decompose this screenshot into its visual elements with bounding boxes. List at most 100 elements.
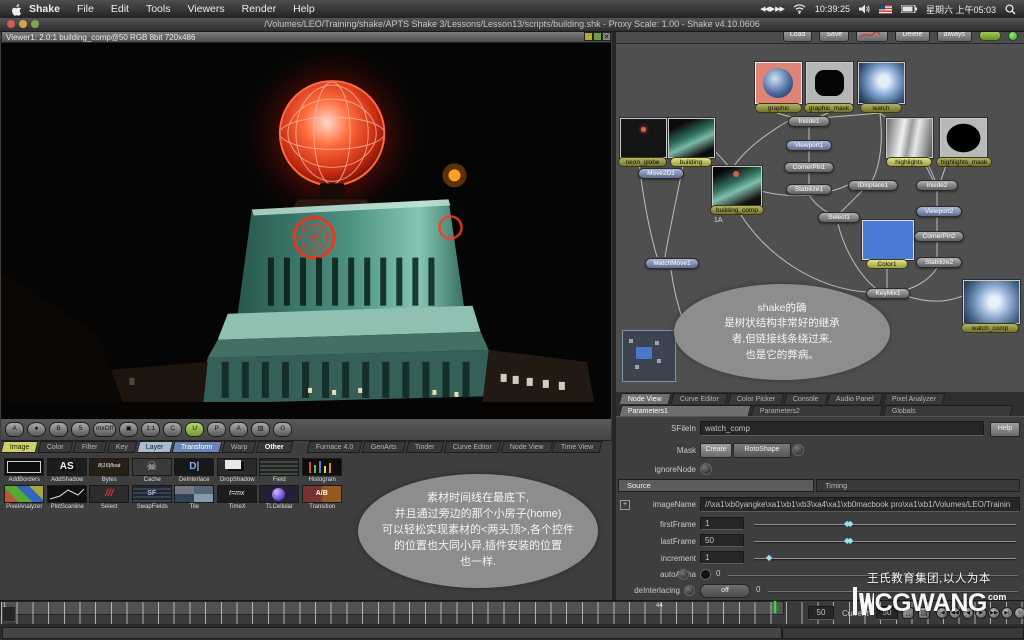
viewer-close-icon[interactable]: ✕ bbox=[602, 32, 611, 41]
tab-source[interactable]: Source bbox=[618, 479, 814, 492]
firstframe-slider-handle[interactable]: ◆◆ bbox=[844, 520, 853, 528]
node-move2d1[interactable]: Move2D1 bbox=[638, 168, 684, 179]
close-window-button[interactable] bbox=[7, 20, 15, 28]
tab-layer[interactable]: Layer bbox=[136, 441, 173, 453]
viewer-zoom-ratio-button[interactable]: 1:1 bbox=[141, 422, 161, 437]
viewer-titlebar[interactable]: Viewer1: 2.0:1 building_comp@50 RGB 8bit… bbox=[1, 31, 611, 43]
node-stabilize1[interactable]: Stabilize1 bbox=[786, 184, 832, 195]
mask-create-button[interactable]: Create bbox=[700, 443, 732, 458]
deinterlacing-mode-dropdown[interactable]: off bbox=[700, 584, 750, 598]
window-titlebar[interactable]: /Volumes/LEO/Training/shake/APTS Shake 3… bbox=[0, 18, 1024, 32]
node-highlights-mask-thumbnail[interactable] bbox=[940, 118, 987, 158]
timeline-options-button[interactable]: ▤ bbox=[918, 607, 930, 619]
lastframe-slider-handle[interactable]: ◆◆ bbox=[844, 537, 853, 545]
palette-item-timex[interactable]: t=mx TimeX bbox=[216, 484, 259, 511]
menu-render[interactable]: Render bbox=[242, 3, 276, 15]
tab-curve-editor[interactable]: Curve Editor bbox=[443, 441, 502, 453]
tab-furnace[interactable]: Furnace 4.0 bbox=[306, 441, 363, 453]
node-graphic-thumbnail[interactable] bbox=[755, 62, 802, 104]
minimize-window-button[interactable] bbox=[19, 20, 27, 28]
node-highlights-mask-label[interactable]: highlights_mask bbox=[936, 157, 992, 167]
node-select1[interactable]: Select1 bbox=[818, 212, 860, 223]
node-cornerpin2[interactable]: CornerPin2 bbox=[914, 231, 964, 242]
loop-button[interactable]: ↻ bbox=[1014, 607, 1024, 619]
imagename-expander-icon[interactable]: + bbox=[620, 500, 630, 510]
battery-icon[interactable] bbox=[900, 5, 917, 13]
deinterlacing-slider[interactable] bbox=[768, 591, 1018, 592]
node-watch-comp-thumbnail[interactable] bbox=[963, 280, 1020, 324]
timeline-scrollbar[interactable] bbox=[2, 627, 782, 639]
viewer-gamma-button[interactable]: G bbox=[273, 422, 293, 437]
node-cornerpin1[interactable]: CornerPin1 bbox=[784, 162, 834, 173]
node-neon-globe-label[interactable]: neon_globe bbox=[618, 157, 667, 167]
increment-value-field[interactable]: 1 bbox=[700, 551, 744, 564]
volume-icon[interactable] bbox=[858, 4, 870, 14]
timeline-ruler[interactable]: 1 44 bbox=[0, 601, 1023, 624]
viewer-buffer-b-button[interactable]: B bbox=[49, 422, 68, 437]
tab-transform[interactable]: Transform bbox=[171, 441, 223, 453]
timeline-scroll-right[interactable] bbox=[782, 627, 1024, 639]
node-building-thumbnail[interactable] bbox=[668, 118, 715, 158]
node-building-comp-label[interactable]: building_comp bbox=[710, 205, 764, 215]
viewer-compare-icon[interactable] bbox=[593, 32, 602, 41]
help-button[interactable]: Help bbox=[990, 422, 1020, 437]
menu-shake[interactable]: Shake bbox=[29, 3, 60, 15]
node-watch-thumbnail[interactable] bbox=[858, 62, 905, 104]
sfilein-value-field[interactable]: watch_comp bbox=[700, 421, 984, 436]
go-start-button[interactable]: |◀ bbox=[936, 607, 948, 619]
viewer-rois-button[interactable]: ▨ bbox=[251, 422, 271, 437]
viewer-buffer-a-button[interactable]: A bbox=[5, 422, 24, 437]
palette-item-histogram[interactable]: Histogram bbox=[301, 457, 344, 484]
node-building-comp-thumbnail[interactable] bbox=[712, 166, 762, 206]
node-viewport2[interactable]: Viewport2 bbox=[916, 206, 962, 217]
tab-other[interactable]: Other bbox=[255, 441, 294, 453]
viewer-channel-button[interactable]: 5 bbox=[71, 422, 90, 437]
palette-item-addshadow[interactable]: AS AddShadow bbox=[46, 457, 89, 484]
tab-genarts[interactable]: GenArts bbox=[361, 441, 407, 453]
menu-help[interactable]: Help bbox=[293, 3, 315, 15]
node-highlights-thumbnail[interactable] bbox=[886, 118, 933, 158]
input-language-flag-icon[interactable] bbox=[878, 4, 892, 14]
node-neon-globe-thumbnail[interactable] bbox=[620, 118, 667, 158]
play-button[interactable]: ▶ bbox=[975, 607, 987, 619]
imagename-value-field[interactable]: //\xa1\xb0yangke\xa1\xb1\xb3\xa4\xa1\xb0… bbox=[700, 497, 1020, 512]
viewer-update-button[interactable]: U bbox=[185, 422, 205, 437]
palette-item-tile[interactable]: Tile bbox=[173, 484, 216, 511]
viewer-proxy-button[interactable]: P bbox=[207, 422, 227, 437]
palette-item-transition[interactable]: A/B Transition bbox=[301, 484, 344, 511]
node-keymix1[interactable]: KeyMix1 bbox=[866, 288, 910, 299]
media-keys-icon[interactable]: ◀◀ ▶ ▶▶ bbox=[760, 5, 785, 13]
tab-filter[interactable]: Filter bbox=[72, 441, 108, 453]
palette-item-addborders[interactable]: AddBorders bbox=[3, 457, 46, 484]
tab-timing[interactable]: Timing bbox=[816, 479, 1020, 492]
node-viewport1[interactable]: Viewport1 bbox=[786, 140, 832, 151]
increment-slider-handle[interactable]: ◆ bbox=[766, 554, 772, 562]
autoalpha-slider[interactable] bbox=[728, 575, 1018, 576]
viewer-compare-mode-button[interactable]: C bbox=[163, 422, 183, 437]
spotlight-search-icon[interactable] bbox=[1005, 3, 1016, 15]
node-matchmove1[interactable]: MatchMove1 bbox=[645, 258, 699, 269]
node-color1-thumbnail[interactable] bbox=[862, 220, 914, 260]
mask-rotoshape-dropdown[interactable]: RotoShape bbox=[733, 443, 791, 458]
autoalpha-toggle-a[interactable] bbox=[678, 569, 689, 580]
palette-item-dropshadow[interactable]: DropShadow bbox=[216, 457, 259, 484]
apple-menu-icon[interactable] bbox=[10, 3, 21, 16]
node-color1-label[interactable]: Color1 bbox=[866, 259, 908, 269]
node-watch-comp-label[interactable]: watch_comp bbox=[961, 323, 1019, 333]
autoalpha-value[interactable]: 0 bbox=[716, 569, 720, 578]
node-stabilize2[interactable]: Stabilize2 bbox=[916, 257, 962, 268]
home-button[interactable]: ⌂ bbox=[902, 607, 914, 619]
lastframe-slider[interactable] bbox=[754, 541, 1016, 542]
menu-viewers[interactable]: Viewers bbox=[187, 3, 224, 15]
node-graphic-mask-thumbnail[interactable] bbox=[806, 62, 853, 104]
lastframe-value-field[interactable]: 50 bbox=[700, 534, 744, 547]
timeline-out-field[interactable]: 50 bbox=[808, 606, 834, 620]
node-inside2[interactable]: Inside2 bbox=[916, 180, 958, 191]
node-building-label[interactable]: building bbox=[670, 157, 712, 167]
firstframe-value-field[interactable]: 1 bbox=[700, 517, 744, 530]
palette-item-field[interactable]: Field bbox=[258, 457, 301, 484]
mask-toggle[interactable] bbox=[792, 444, 804, 456]
tab-tinder[interactable]: Tinder bbox=[405, 441, 445, 453]
status-datetime[interactable]: 星期六 上午05:03 bbox=[926, 3, 996, 16]
firstframe-slider[interactable] bbox=[754, 524, 1016, 525]
